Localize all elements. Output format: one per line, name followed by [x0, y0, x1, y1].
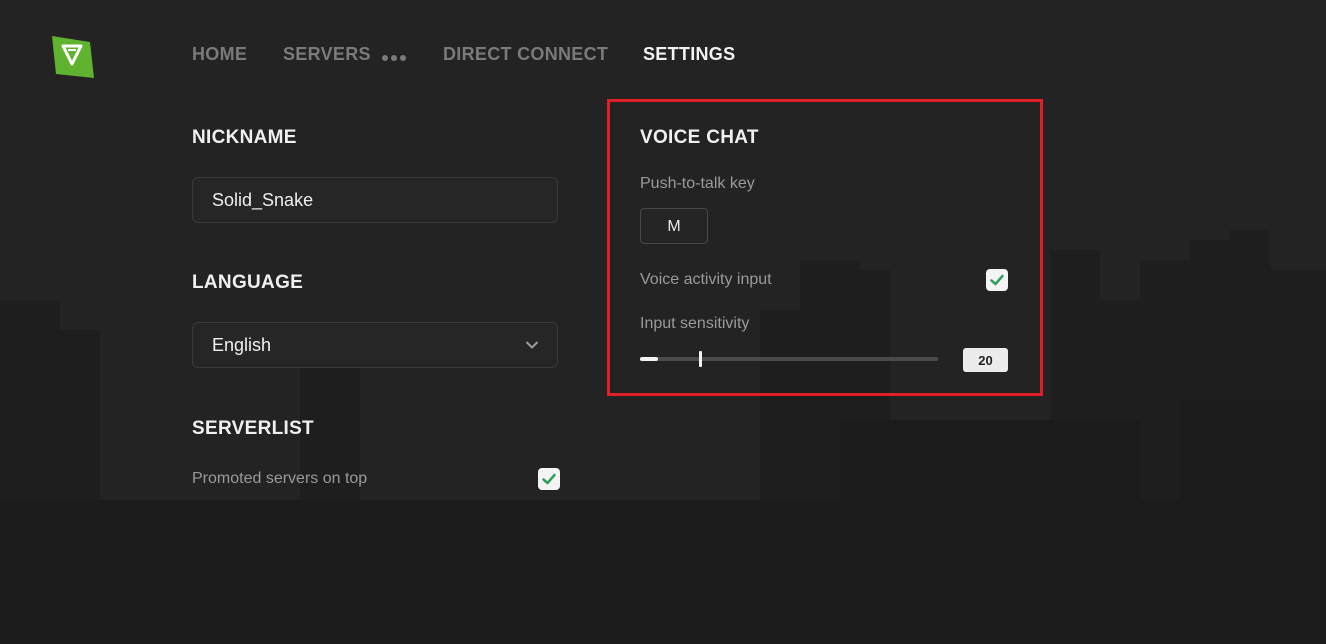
checkmark-icon	[542, 473, 556, 485]
app-logo[interactable]	[48, 32, 96, 80]
nickname-heading: NICKNAME	[192, 127, 297, 148]
more-dots-icon[interactable]	[382, 48, 410, 61]
language-heading: LANGUAGE	[192, 272, 304, 293]
promoted-servers-label: Promoted servers on top	[192, 470, 368, 487]
language-select[interactable]: English	[192, 322, 558, 368]
nav-servers[interactable]: SERVERS	[283, 44, 371, 65]
nav-settings[interactable]: SETTINGS	[643, 44, 735, 65]
nickname-value: Solid_Snake	[212, 190, 314, 210]
nickname-input[interactable]: Solid_Snake	[192, 177, 558, 223]
voice-chat-highlight-box	[607, 99, 1043, 396]
v-logo-icon	[52, 36, 94, 78]
chevron-down-icon	[526, 341, 538, 349]
serverlist-heading: SERVERLIST	[192, 418, 314, 439]
language-value: English	[212, 335, 272, 355]
promoted-servers-checkbox[interactable]	[538, 468, 560, 490]
nav-home[interactable]: HOME	[192, 44, 247, 65]
nav-direct-connect[interactable]: DIRECT CONNECT	[443, 44, 608, 65]
